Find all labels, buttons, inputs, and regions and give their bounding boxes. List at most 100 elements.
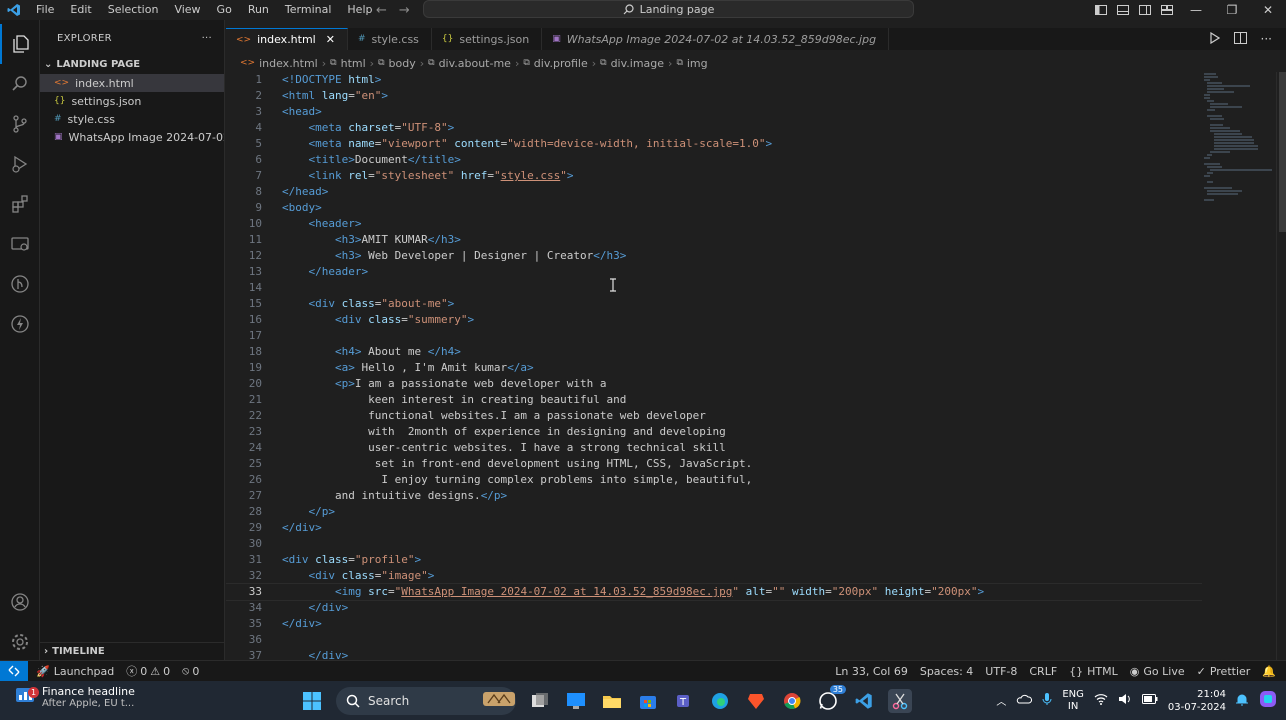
code-line[interactable]: 30 <box>226 536 1202 552</box>
windows-start-icon[interactable] <box>300 689 324 713</box>
cursor-position[interactable]: Ln 33, Col 69 <box>835 665 908 678</box>
timeline-section-header[interactable]: › TIMELINE <box>40 642 225 660</box>
menu-run[interactable]: Run <box>240 0 277 20</box>
microphone-icon[interactable] <box>1042 692 1052 709</box>
restore-icon[interactable]: ❐ <box>1214 3 1250 17</box>
taskbar-search[interactable]: Search <box>336 686 516 715</box>
more-actions-icon[interactable]: ··· <box>202 33 212 44</box>
show-hidden-icons-icon[interactable]: ︿ <box>996 693 1006 708</box>
editor-tab[interactable]: <> index.html ✕ <box>226 28 348 50</box>
code-line[interactable]: 27 and intuitive designs.</p> <box>226 488 1202 504</box>
extensions-icon[interactable] <box>0 184 40 224</box>
breadcrumb-item[interactable]: index.html <box>259 57 318 70</box>
whatsapp-icon[interactable]: 35 <box>816 684 846 713</box>
minimap[interactable] <box>1202 72 1276 660</box>
explorer-icon[interactable] <box>0 24 40 64</box>
code-line[interactable]: 1 <!DOCTYPE html> <box>226 72 1202 88</box>
file-explorer-icon[interactable] <box>600 689 624 713</box>
code-line[interactable]: 8 </head> <box>226 184 1202 200</box>
language-mode[interactable]: {} HTML <box>1069 665 1118 678</box>
code-line[interactable]: 33 <img src="WhatsApp Image 2024-07-02 a… <box>226 583 1202 601</box>
menu-selection[interactable]: Selection <box>100 0 167 20</box>
clock[interactable]: 21:04 03-07-2024 <box>1168 688 1226 714</box>
minimize-icon[interactable]: — <box>1178 3 1214 17</box>
code-line[interactable]: 5 <meta name="viewport" content="width=d… <box>226 136 1202 152</box>
toggle-secondary-sidebar-icon[interactable] <box>1134 5 1156 15</box>
menu-go[interactable]: Go <box>209 0 240 20</box>
wifi-icon[interactable] <box>1094 693 1108 708</box>
tab-close-icon[interactable]: ✕ <box>326 33 335 46</box>
menu-help[interactable]: Help <box>339 0 380 20</box>
code-line[interactable]: 14 <box>226 280 1202 296</box>
run-debug-icon[interactable] <box>0 144 40 184</box>
gitlens-icon[interactable] <box>0 264 40 304</box>
remote-indicator-icon[interactable] <box>0 661 28 681</box>
code-line[interactable]: 32 <div class="image"> <box>226 568 1202 584</box>
teams-icon[interactable]: T <box>672 689 696 713</box>
code-line[interactable]: 3 <head> <box>226 104 1202 120</box>
file-item[interactable]: ▣ WhatsApp Image 2024-07-02 ... <box>40 128 224 146</box>
code-line[interactable]: 35 </div> <box>226 616 1202 632</box>
indentation[interactable]: Spaces: 4 <box>920 665 973 678</box>
snipping-tool-icon[interactable] <box>888 688 912 713</box>
breadcrumb-item[interactable]: div.image <box>611 57 664 70</box>
volume-icon[interactable] <box>1118 693 1132 708</box>
editor-tab[interactable]: {} settings.json <box>432 28 543 50</box>
manage-gear-icon[interactable] <box>0 622 40 662</box>
code-line[interactable]: 19 <a> Hello , I'm Amit kumar</a> <box>226 360 1202 376</box>
prettier-status[interactable]: ✓ Prettier <box>1197 665 1251 678</box>
file-encoding[interactable]: UTF-8 <box>985 665 1017 678</box>
run-play-icon[interactable] <box>1209 31 1220 47</box>
code-line[interactable]: 4 <meta charset="UTF-8"> <box>226 120 1202 136</box>
ports-status[interactable]: ⦸ 0 <box>182 664 199 678</box>
code-line[interactable]: 6 <title>Document</title> <box>226 152 1202 168</box>
chrome-browser-icon[interactable] <box>780 689 804 713</box>
forward-arrow-icon[interactable]: → <box>399 3 410 18</box>
go-live-button[interactable]: ◉ Go Live <box>1130 665 1185 678</box>
source-control-icon[interactable] <box>0 104 40 144</box>
store-icon[interactable] <box>636 689 660 713</box>
file-item[interactable]: # style.css <box>40 110 224 128</box>
split-editor-icon[interactable] <box>1233 31 1247 47</box>
notifications-bell-icon[interactable]: 🔔 <box>1262 665 1276 678</box>
code-line[interactable]: 17 <box>226 328 1202 344</box>
remote-explorer-icon[interactable] <box>0 224 40 264</box>
file-item[interactable]: {} settings.json <box>40 92 224 110</box>
code-line[interactable]: 36 <box>226 632 1202 648</box>
code-line[interactable]: 24 user-centric websites. I have a stron… <box>226 440 1202 456</box>
code-line[interactable]: 9 <body> <box>226 200 1202 216</box>
editor-tab[interactable]: # style.css <box>348 28 432 50</box>
code-line[interactable]: 26 I enjoy turning complex problems into… <box>226 472 1202 488</box>
code-line[interactable]: 28 </p> <box>226 504 1202 520</box>
vscode-taskbar-icon[interactable] <box>852 689 876 713</box>
code-line[interactable]: 11 <h3>AMIT KUMAR</h3> <box>226 232 1202 248</box>
breadcrumb-item[interactable]: div.profile <box>534 57 588 70</box>
more-editor-actions-icon[interactable]: ··· <box>1261 32 1272 46</box>
code-line[interactable]: 2 <html lang="en"> <box>226 88 1202 104</box>
task-view-icon[interactable] <box>528 689 552 713</box>
breadcrumb-item[interactable]: html <box>341 57 366 70</box>
code-line[interactable]: 37 </div> <box>226 648 1202 660</box>
menu-edit[interactable]: Edit <box>62 0 99 20</box>
code-line[interactable]: 13 </header> <box>226 264 1202 280</box>
code-editor[interactable]: 1 <!DOCTYPE html> 2 <html lang="en"> 3 <head>… <box>226 72 1202 660</box>
code-line[interactable]: 34 </div> <box>226 600 1202 616</box>
code-line[interactable]: 12 <h3> Web Developer | Designer | Creat… <box>226 248 1202 264</box>
editor-scrollbar[interactable] <box>1276 72 1286 660</box>
code-line[interactable]: 31 <div class="profile"> <box>226 552 1202 568</box>
brave-browser-icon[interactable] <box>744 689 768 713</box>
notification-bell-icon[interactable] <box>1236 693 1248 709</box>
input-language[interactable]: ENG IN <box>1062 689 1084 713</box>
code-line[interactable]: 23 with 2month of experience in designin… <box>226 424 1202 440</box>
menu-terminal[interactable]: Terminal <box>277 0 340 20</box>
edge-browser-icon[interactable] <box>708 689 732 713</box>
code-line[interactable]: 15 <div class="about-me"> <box>226 296 1202 312</box>
search-icon[interactable] <box>0 64 40 104</box>
code-line[interactable]: 10 <header> <box>226 216 1202 232</box>
code-line[interactable]: 25 set in front-end development using HT… <box>226 456 1202 472</box>
editor-tab[interactable]: ▣ WhatsApp Image 2024-07-02 at 14.03.52_8… <box>542 28 890 50</box>
toggle-sidebar-icon[interactable] <box>1090 5 1112 15</box>
desktop-app-icon[interactable] <box>564 689 588 713</box>
command-center[interactable]: Landing page <box>423 0 914 18</box>
close-window-icon[interactable]: ✕ <box>1250 3 1286 17</box>
